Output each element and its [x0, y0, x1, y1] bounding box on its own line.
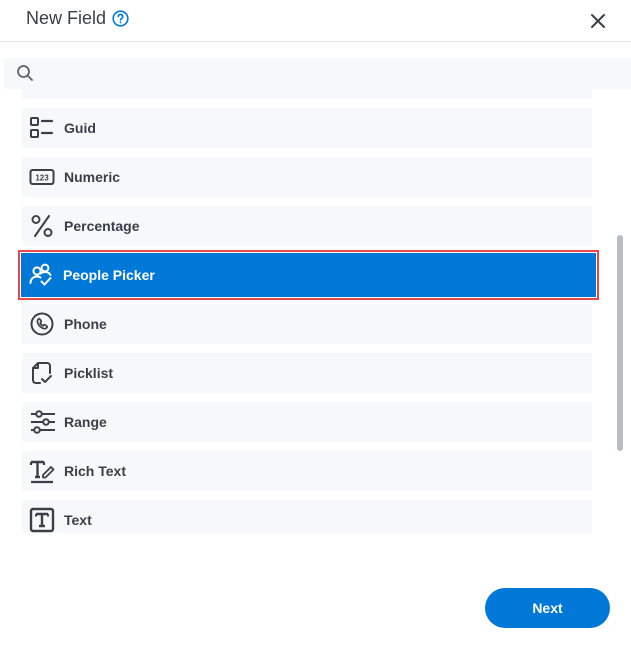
- search-icon: [16, 64, 34, 82]
- field-type-item-guid[interactable]: Guid: [22, 108, 592, 148]
- field-type-label: Range: [64, 414, 107, 430]
- question-circle-icon[interactable]: [112, 10, 129, 27]
- picklist-icon: [29, 360, 55, 386]
- close-button[interactable]: [587, 10, 609, 32]
- search-input[interactable]: [44, 58, 618, 91]
- people-check-icon: [28, 262, 54, 288]
- text-box-icon: [29, 507, 55, 533]
- field-type-item-picklist[interactable]: Picklist: [22, 353, 592, 393]
- field-type-item-range[interactable]: Range: [22, 402, 592, 442]
- dialog-header: New Field: [0, 0, 631, 42]
- field-type-item-text[interactable]: Text: [22, 500, 592, 533]
- field-type-item-rich-text[interactable]: Rich Text: [22, 451, 592, 491]
- close-icon: [591, 14, 605, 28]
- guid-list-icon: [29, 115, 55, 141]
- field-type-item-percentage[interactable]: Percentage: [22, 206, 592, 246]
- dialog-title: New Field: [26, 8, 107, 28]
- field-type-label: Percentage: [64, 218, 140, 234]
- field-type-item-numeric[interactable]: 123 Numeric: [22, 157, 592, 197]
- field-type-label: Text: [64, 512, 92, 528]
- rich-text-icon: [29, 458, 55, 484]
- phone-icon: [29, 311, 55, 337]
- field-type-item-partial[interactable]: [22, 89, 592, 99]
- field-type-label: Phone: [64, 316, 107, 332]
- percent-icon: [29, 213, 55, 239]
- field-type-label: Numeric: [64, 169, 121, 185]
- field-type-list: Guid 123 Numeric Percentage People Picke…: [0, 89, 631, 533]
- field-type-label: Guid: [64, 120, 96, 136]
- sliders-icon: [29, 409, 55, 435]
- field-type-label: Rich Text: [64, 463, 126, 479]
- search-bar: [4, 58, 631, 91]
- numeric-123-icon: 123: [29, 164, 55, 190]
- field-type-label: Picklist: [64, 365, 114, 381]
- next-button[interactable]: Next: [485, 588, 610, 628]
- field-type-item-phone[interactable]: Phone: [22, 304, 592, 344]
- field-type-item-people-picker[interactable]: People Picker: [18, 250, 599, 300]
- svg-text:123: 123: [35, 174, 49, 183]
- field-type-label: People Picker: [63, 267, 155, 283]
- list-scrollbar[interactable]: [617, 235, 623, 451]
